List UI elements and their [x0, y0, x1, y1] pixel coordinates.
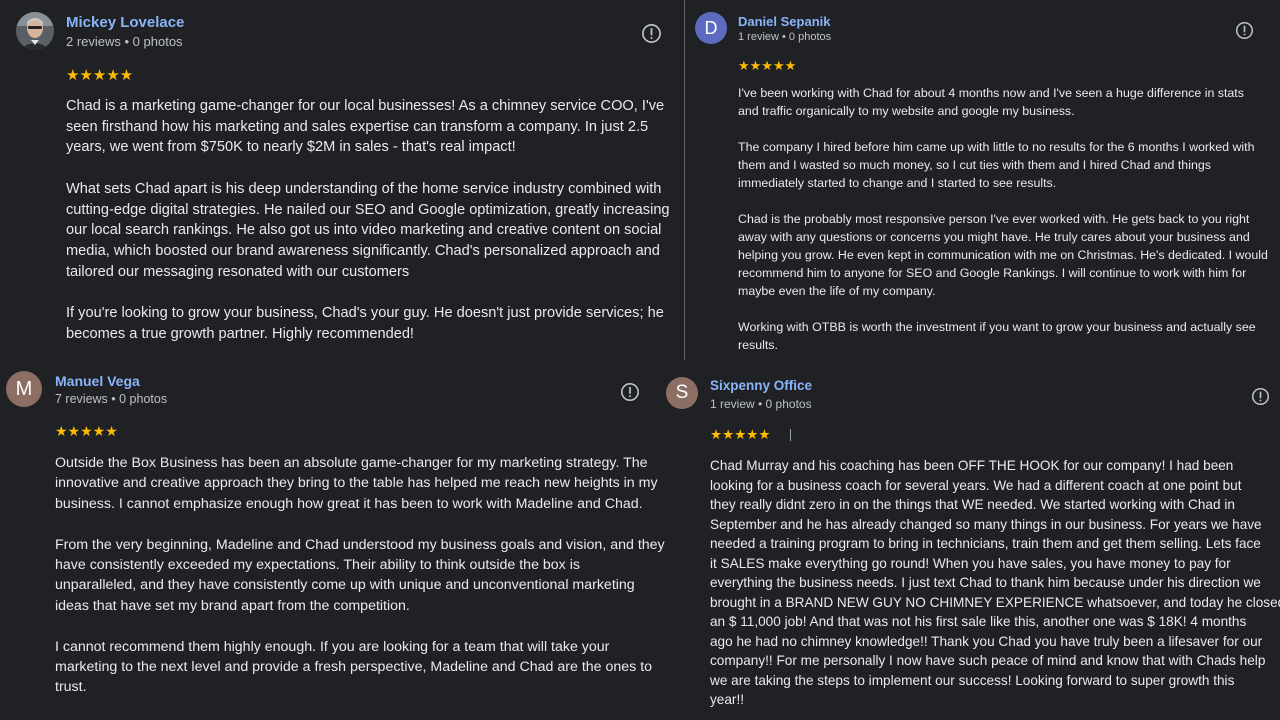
review-line: looking for a business coach for several… — [710, 477, 1242, 493]
review-text: Outside the Box Business has been an abs… — [55, 453, 665, 718]
avatar[interactable] — [16, 12, 54, 50]
review-paragraph: I cannot recommend them highly enough. I… — [55, 638, 653, 696]
review-line: everything the business needs. I just te… — [710, 575, 1261, 590]
reviewer-meta: 7 reviews • 0 photos — [55, 392, 168, 406]
review-line: Chad Murray and his coaching has been OF… — [710, 458, 1234, 473]
star-rating: ★★★★★ — [738, 58, 797, 73]
reviewer-meta: 1 review • 0 photos — [738, 31, 832, 43]
review-line: we are taking the steps to implement our… — [710, 672, 1235, 688]
report-icon[interactable] — [1235, 21, 1254, 45]
review-paragraph: The company I hired before him came up w… — [738, 140, 1255, 190]
review-paragraph: I've been working with Chad for about 4 … — [738, 86, 1244, 118]
star-rating: ★★★★★ — [55, 423, 118, 439]
review-line: needed a training program to bring in te… — [710, 536, 1261, 551]
review-text: I've been working with Chad for about 4 … — [738, 84, 1268, 372]
review-line: ago he had no chimney knowledge!! Thank … — [710, 633, 1263, 649]
review-line: year!! — [710, 692, 744, 707]
report-icon[interactable] — [1251, 387, 1270, 411]
reviewer-name[interactable]: Daniel Sepanik — [738, 14, 830, 29]
review-text: Chad is a marketing game-changer for our… — [66, 96, 676, 365]
review-line: an $ 11,000 job! And that was not his fi… — [710, 614, 1247, 629]
star-rating: ★★★★★ — [710, 427, 771, 442]
review-text: Chad Murray and his coaching has been OF… — [710, 456, 1280, 710]
reviewer-photo-icon — [16, 12, 54, 50]
report-icon[interactable] — [641, 23, 662, 49]
review-paragraph: Working with OTBB is worth the investmen… — [738, 320, 1256, 352]
review-line: they really didnt zero in on the things … — [710, 497, 1235, 512]
review-paragraph: From the very beginning, Madeline and Ch… — [55, 536, 665, 614]
review-line: brought in a BRAND NEW GUY NO CHIMNEY EX… — [710, 594, 1280, 610]
reviewer-meta: 1 review • 0 photos — [710, 397, 812, 411]
star-rating: ★★★★★ — [66, 67, 134, 84]
avatar[interactable]: S — [666, 377, 698, 409]
report-icon[interactable] — [620, 382, 640, 407]
avatar[interactable]: M — [6, 371, 42, 407]
review-paragraph: Chad is the probably most responsive per… — [738, 212, 1268, 298]
reviewer-name[interactable]: Manuel Vega — [55, 373, 140, 389]
text-cursor — [790, 429, 791, 441]
review-paragraph: Outside the Box Business has been an abs… — [55, 455, 658, 512]
reviewer-name[interactable]: Mickey Lovelace — [66, 14, 184, 31]
reviewer-name[interactable]: Sixpenny Office — [710, 378, 812, 393]
review-paragraph: What sets Chad apart is his deep underst… — [66, 180, 670, 280]
reviewer-meta: 2 reviews • 0 photos — [66, 34, 183, 49]
review-paragraph: Chad is a marketing game-changer for our… — [66, 98, 665, 156]
review-paragraph: If you're looking to grow your business,… — [66, 305, 664, 342]
review-line: it SALES make everything go round! When … — [710, 555, 1231, 571]
avatar[interactable]: D — [695, 12, 727, 44]
column-divider — [684, 0, 685, 360]
review-line: September and he has already changed so … — [710, 516, 1262, 532]
review-line: company!! For me personally I now have s… — [710, 653, 1266, 668]
